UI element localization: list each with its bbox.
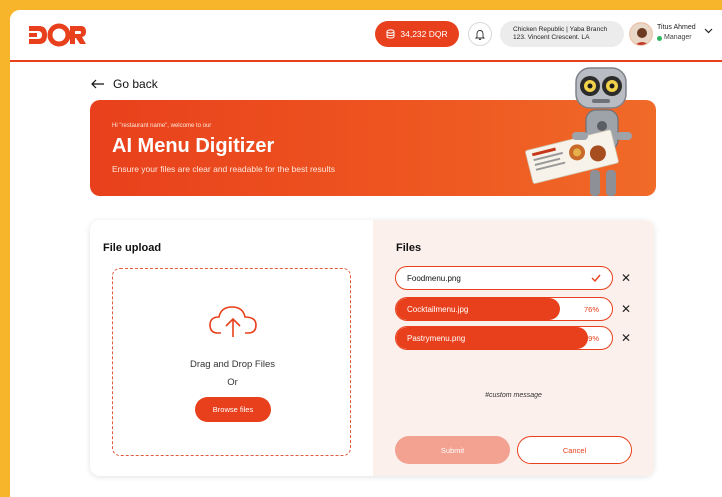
file-name: Foodmenu.png (407, 273, 461, 283)
banner-greeting: Hi "restaurant name", welcome to our (112, 123, 212, 129)
go-back-link[interactable]: Go back (91, 77, 158, 91)
files-panel: Files Foodmenu.png ✕ Cocktailmenu.jpg 76% ✕ P… (373, 220, 654, 476)
drag-drop-text: Drag and Drop Files (189, 359, 275, 370)
branch-address: 123. Vincent Crescent. LA (513, 34, 590, 41)
submit-button[interactable]: Submit (395, 436, 510, 464)
files-heading: Files (396, 242, 422, 254)
or-separator: Or (227, 377, 238, 388)
cloud-upload-icon (209, 306, 257, 337)
user-avatar-icon (630, 23, 652, 45)
remove-file-icon[interactable]: ✕ (621, 271, 631, 285)
dqr-logo (29, 23, 86, 47)
user-name: Titus Ahmed (657, 24, 696, 31)
branch-name: Chicken Republic | Yaba Branch (513, 25, 608, 33)
notifications-button[interactable] (468, 22, 492, 46)
page-title: AI Menu Digitizer (112, 135, 275, 157)
balance-label: 34,232 DQR (400, 29, 448, 39)
remove-file-icon[interactable]: ✕ (621, 331, 631, 345)
app-frame: 34,232 DQR Chicken Republic | Yaba Branc… (10, 10, 722, 497)
user-role-label: Manager (664, 34, 692, 41)
file-item: Pastrymenu.png 89% (395, 326, 613, 350)
remove-file-icon[interactable]: ✕ (621, 302, 631, 316)
coins-icon (386, 29, 395, 39)
cancel-button[interactable]: Cancel (517, 436, 632, 464)
branch-selector[interactable]: Chicken Republic | Yaba Branch 123. Vinc… (500, 21, 624, 47)
go-back-label: Go back (113, 77, 158, 91)
arrow-left-icon (91, 79, 104, 89)
drop-zone[interactable]: Drag and Drop Files Or Browse files (112, 268, 351, 456)
bell-icon (475, 29, 485, 40)
chevron-down-icon[interactable] (704, 28, 713, 34)
balance-button[interactable]: 34,232 DQR (375, 21, 459, 47)
avatar[interactable] (629, 22, 653, 46)
banner-subtitle: Ensure your files are clear and readable… (112, 164, 336, 174)
file-name: Cocktailmenu.jpg (407, 304, 469, 314)
browse-files-button[interactable]: Browse files (195, 397, 271, 422)
upload-card: File upload Drag and Drop Files Or Brows… (90, 220, 654, 476)
user-role: Manager (657, 33, 696, 43)
top-header: 34,232 DQR Chicken Republic | Yaba Branc… (10, 10, 722, 60)
file-upload-heading: File upload (103, 242, 162, 254)
user-info: Titus Ahmed Manager (657, 23, 696, 43)
robot-mascot-illustration (525, 67, 632, 196)
file-name: Pastrymenu.png (407, 333, 466, 343)
file-item: Foodmenu.png (395, 266, 613, 290)
custom-message: #custom message (485, 392, 542, 399)
file-progress-percent: 89% (583, 333, 599, 343)
file-progress-percent: 76% (583, 304, 599, 314)
file-item: Cocktailmenu.jpg 76% (395, 297, 613, 321)
online-status-dot (657, 35, 662, 41)
checkmark-icon (591, 274, 601, 283)
